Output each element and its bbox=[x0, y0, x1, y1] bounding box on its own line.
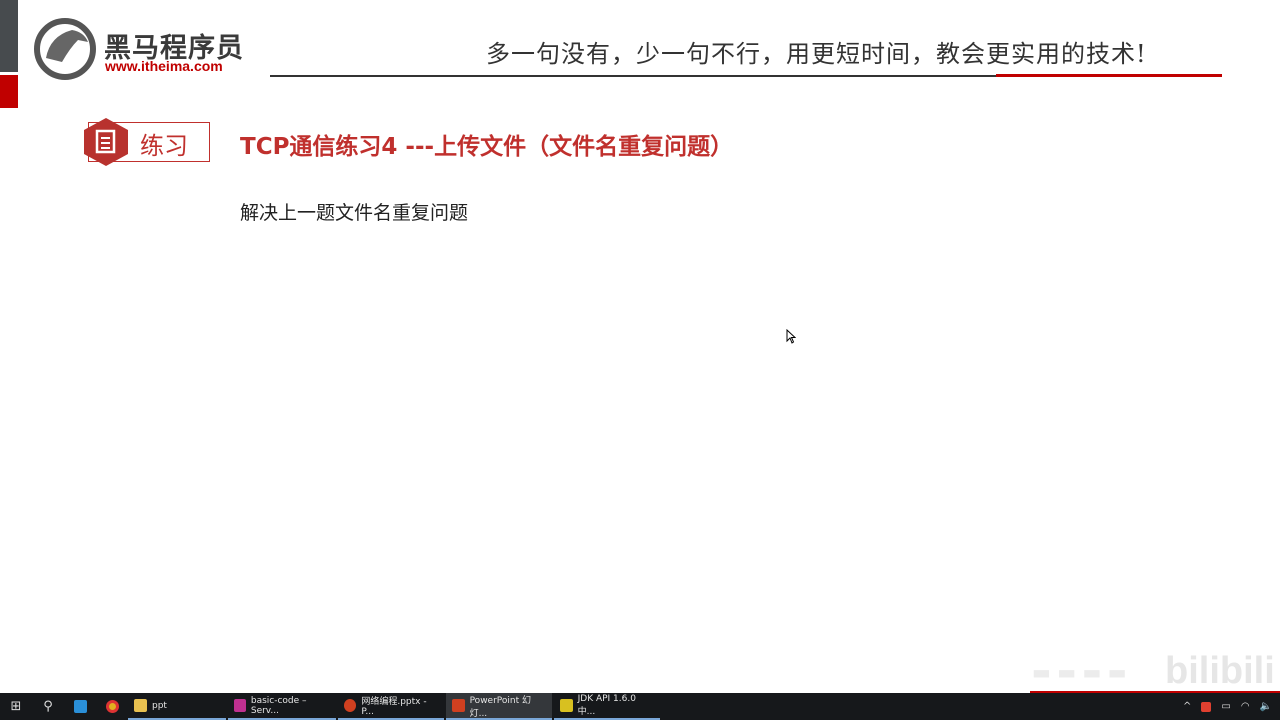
folder-icon bbox=[134, 699, 147, 712]
volume-icon[interactable]: 🔈 bbox=[1260, 701, 1272, 712]
exercise-tag-label: 练习 bbox=[140, 132, 188, 160]
intellij-icon bbox=[234, 699, 246, 712]
system-tray: ^ ▭ ◠ 🔈 bbox=[1183, 693, 1272, 720]
brand-url: www.itheima.com bbox=[105, 58, 223, 74]
app-icon[interactable] bbox=[64, 693, 96, 720]
powerpoint-icon bbox=[344, 699, 357, 712]
side-bar-gray bbox=[0, 0, 18, 72]
slide-body: 解决上一题文件名重复问题 bbox=[240, 202, 469, 224]
taskbar-item-ppt[interactable]: ppt bbox=[128, 693, 226, 720]
battery-icon[interactable]: ▭ bbox=[1221, 701, 1230, 712]
search-icon[interactable]: ⚲ bbox=[32, 693, 64, 720]
slide-title: TCP通信练习4 ---上传文件（文件名重复问题） bbox=[240, 134, 734, 160]
help-file-icon bbox=[560, 699, 573, 712]
powerpoint-slideshow-icon bbox=[452, 699, 465, 712]
taskbar-item-intellij[interactable]: basic-code – Serv... bbox=[228, 693, 336, 720]
slogan: 多一句没有，少一句不行，用更短时间，教会更实用的技术! bbox=[486, 40, 1147, 68]
taskbar: ⊞ ⚲ ppt basic-code – Serv... 网络编程.pptx -… bbox=[0, 693, 1280, 720]
mouse-cursor-icon bbox=[786, 329, 796, 344]
header-divider bbox=[270, 75, 996, 77]
tray-app-icon[interactable] bbox=[1201, 701, 1212, 712]
document-icon bbox=[84, 118, 128, 166]
chevron-up-icon[interactable]: ^ bbox=[1183, 701, 1191, 712]
taskbar-item-powerpoint[interactable]: 网络编程.pptx - P... bbox=[338, 693, 444, 720]
taskbar-item-jdk-api[interactable]: JDK API 1.6.0 中... bbox=[554, 693, 660, 720]
horse-logo-icon bbox=[34, 18, 96, 80]
windows-start-button[interactable]: ⊞ bbox=[0, 693, 32, 720]
header-divider-accent bbox=[996, 74, 1222, 77]
wifi-icon[interactable]: ◠ bbox=[1241, 701, 1250, 712]
watermark-chinese: ▬ ▬ ▬ ▬ bbox=[1032, 660, 1127, 684]
chrome-icon[interactable] bbox=[96, 693, 128, 720]
bilibili-watermark: bilibili bbox=[1165, 650, 1275, 692]
side-bar-red bbox=[0, 75, 18, 108]
taskbar-item-slideshow[interactable]: PowerPoint 幻灯... bbox=[446, 693, 552, 720]
